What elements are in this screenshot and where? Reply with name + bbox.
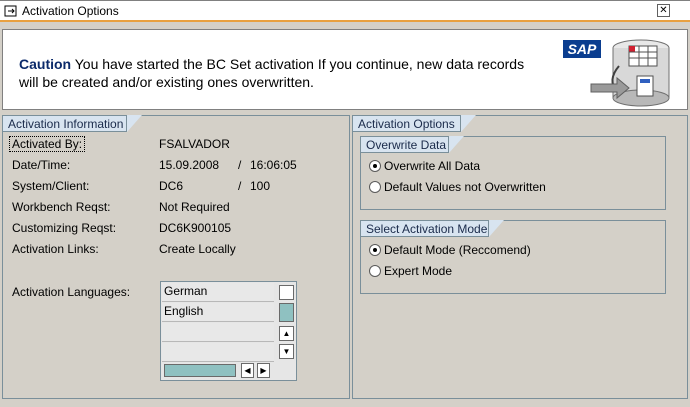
caution-message: You have started the BC Set activation I… xyxy=(19,56,525,90)
overwrite-data-title: Overwrite Data xyxy=(361,136,464,153)
activation-languages-label: Activation Languages: xyxy=(12,285,131,299)
date-value: 15.09.2008 xyxy=(159,158,220,172)
default-mode-label: Default Mode (Reccomend) xyxy=(384,243,531,257)
activated-by-label: Activated By: xyxy=(8,136,86,152)
radio-selected-icon[interactable] xyxy=(369,160,381,172)
workbench-request-value: Not Required xyxy=(159,200,230,214)
default-values-label: Default Values not Overwritten xyxy=(384,180,546,194)
scroll-up-icon[interactable]: ▲ xyxy=(279,326,294,341)
scrollbar-top-button[interactable] xyxy=(279,285,294,300)
expert-mode-label: Expert Mode xyxy=(384,264,453,278)
date-separator: / xyxy=(238,158,242,172)
activation-options-title: Activation Options xyxy=(353,115,476,132)
window-title: Activation Options xyxy=(22,4,119,18)
client-value: 100 xyxy=(250,179,271,193)
default-values-radio[interactable]: Default Values not Overwritten xyxy=(369,180,546,196)
overwrite-data-group: Overwrite Data Overwrite All Data Defaul… xyxy=(360,136,666,210)
horizontal-scrollbar-thumb[interactable] xyxy=(164,364,236,377)
overwrite-all-label: Overwrite All Data xyxy=(384,159,481,173)
scroll-down-icon[interactable]: ▼ xyxy=(279,344,294,359)
scroll-left-icon[interactable]: ◀ xyxy=(241,363,254,378)
customizing-request-label: Customizing Reqst: xyxy=(12,221,117,235)
caution-label: Caution xyxy=(19,56,72,72)
scroll-right-icon[interactable]: ▶ xyxy=(257,363,270,378)
language-row[interactable]: German xyxy=(162,283,274,302)
sap-database-graphic: SAP xyxy=(563,39,670,107)
activation-mode-title: Select Activation Mode xyxy=(361,220,504,237)
scrollbar-thumb[interactable] xyxy=(279,303,294,322)
caution-banner: Caution You have started the BC Set acti… xyxy=(2,29,688,110)
sap-logo-text: SAP xyxy=(568,41,597,57)
system-value: DC6 xyxy=(159,179,184,193)
language-row[interactable] xyxy=(162,343,274,362)
system-client-label: System/Client: xyxy=(12,179,90,193)
activated-by-value: FSALVADOR xyxy=(159,137,230,151)
activation-links-value: Create Locally xyxy=(159,242,236,256)
activation-mode-group: Select Activation Mode Default Mode (Rec… xyxy=(360,220,666,294)
default-mode-radio[interactable]: Default Mode (Reccomend) xyxy=(369,243,531,259)
customizing-request-value: DC6K900105 xyxy=(159,221,232,235)
window-titlebar: Activation Options ✕ xyxy=(0,0,690,22)
language-row[interactable]: English xyxy=(162,303,274,322)
radio-selected-icon[interactable] xyxy=(369,244,381,256)
activation-links-label: Activation Links: xyxy=(12,242,99,256)
languages-table: German English ▲ ▼ ◀ ▶ xyxy=(160,281,297,381)
datetime-label: Date/Time: xyxy=(12,158,71,172)
overwrite-all-radio[interactable]: Overwrite All Data xyxy=(369,159,480,175)
window-icon xyxy=(4,5,17,17)
close-icon[interactable]: ✕ xyxy=(657,4,670,17)
activation-information-title: Activation Information xyxy=(3,115,142,132)
client-separator: / xyxy=(238,179,242,193)
radio-unselected-icon[interactable] xyxy=(369,181,381,193)
expert-mode-radio[interactable]: Expert Mode xyxy=(369,264,452,280)
caution-message-block: Caution You have started the BC Set acti… xyxy=(19,55,529,91)
workbench-request-label: Workbench Reqst: xyxy=(12,200,111,214)
time-value: 16:06:05 xyxy=(250,158,297,172)
radio-unselected-icon[interactable] xyxy=(369,265,381,277)
language-row[interactable] xyxy=(162,323,274,342)
